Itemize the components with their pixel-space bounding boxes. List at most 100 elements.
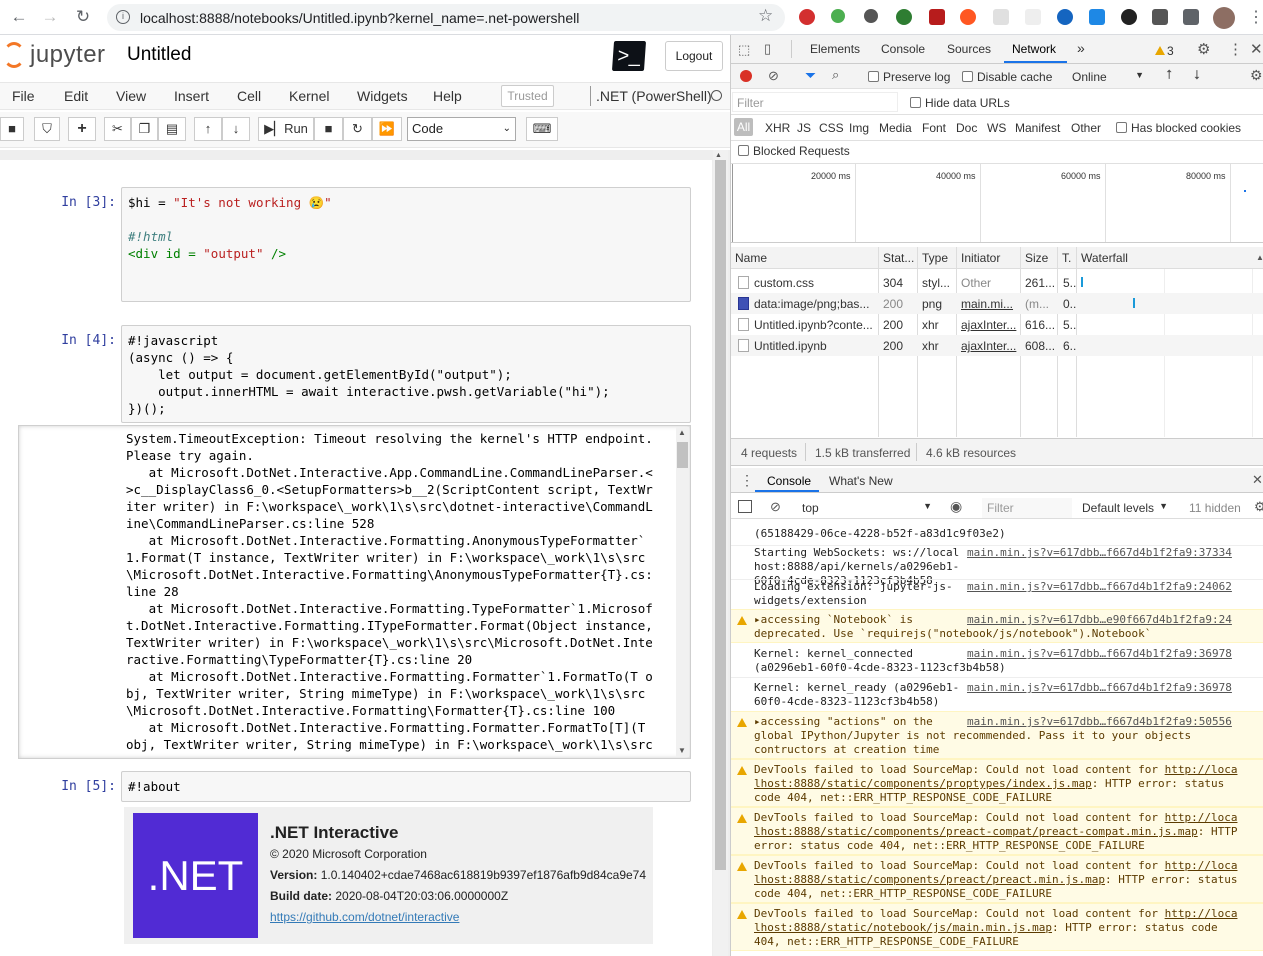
- menu-view[interactable]: View: [116, 88, 146, 104]
- device-toggle-icon[interactable]: ▯: [764, 41, 771, 57]
- console-source-link[interactable]: main.min.js?v=617dbb…f667d4b1f2fa9:37334: [967, 546, 1232, 560]
- filter-type-js[interactable]: JS: [797, 121, 811, 135]
- menu-cell[interactable]: Cell: [237, 88, 261, 104]
- bookmark-star-icon[interactable]: ☆: [758, 6, 773, 26]
- save-icon[interactable]: ■: [0, 117, 24, 141]
- jupyter-logo-text[interactable]: jupyter: [30, 41, 106, 69]
- table-row[interactable]: data:image/png;bas... 200 png main.mi...…: [731, 293, 1263, 314]
- drawer-tab-console[interactable]: Console: [767, 474, 811, 488]
- col-name[interactable]: Name: [735, 251, 767, 265]
- record-icon[interactable]: [740, 70, 752, 82]
- tab-console[interactable]: Console: [881, 42, 925, 56]
- extension-icon[interactable]: [1089, 9, 1105, 25]
- filter-type-ws[interactable]: WS: [987, 121, 1006, 135]
- trusted-indicator[interactable]: Trusted: [501, 85, 554, 107]
- more-tabs-icon[interactable]: »: [1077, 40, 1085, 56]
- tab-sources[interactable]: Sources: [947, 42, 991, 56]
- move-up-icon[interactable]: ↑: [194, 117, 222, 141]
- table-row[interactable]: custom.css 304 styl... Other 261... 5..: [731, 272, 1263, 293]
- console-source-link[interactable]: main.min.js?v=617dbb…f667d4b1f2fa9:36978: [967, 647, 1232, 661]
- site-info-icon[interactable]: i: [116, 10, 130, 24]
- keyboard-icon[interactable]: ⌨: [526, 117, 558, 141]
- code-cell-input[interactable]: [121, 771, 691, 802]
- interrupt-icon[interactable]: ■: [314, 117, 343, 141]
- extension-icon[interactable]: [831, 9, 845, 23]
- throttling-select[interactable]: Online ▼: [1072, 70, 1144, 84]
- filter-type-css[interactable]: CSS: [819, 121, 844, 135]
- extension-icon[interactable]: [960, 9, 976, 25]
- export-har-icon[interactable]: ⭣: [1194, 67, 1200, 83]
- blocked-requests-checkbox[interactable]: Blocked Requests: [738, 144, 850, 158]
- blocked-cookies-checkbox[interactable]: Has blocked cookies: [1116, 121, 1241, 135]
- filter-type-all[interactable]: All: [734, 118, 753, 136]
- network-filter-input[interactable]: Filter: [732, 92, 898, 112]
- col-initiator[interactable]: Initiator: [961, 251, 1000, 265]
- col-size[interactable]: Size: [1025, 251, 1048, 265]
- col-waterfall[interactable]: Waterfall: [1081, 251, 1128, 265]
- table-row[interactable]: Untitled.ipynb 200 xhr ajaxInter... 608.…: [731, 335, 1263, 356]
- console-source-link[interactable]: main.min.js?v=617dbb…f667d4b1f2fa9:24062: [967, 580, 1232, 594]
- drawer-tab-whats-new[interactable]: What's New: [829, 474, 893, 488]
- scroll-up-icon[interactable]: ▲: [678, 428, 686, 437]
- hide-data-urls-checkbox[interactable]: Hide data URLs: [910, 96, 1010, 110]
- extension-icon[interactable]: [864, 9, 878, 23]
- forward-icon[interactable]: →: [39, 7, 61, 29]
- close-drawer-icon[interactable]: ✕: [1252, 472, 1263, 488]
- extensions-puzzle-icon[interactable]: [1183, 9, 1199, 25]
- filter-type-img[interactable]: Img: [849, 121, 869, 135]
- restart-run-all-icon[interactable]: ⏩: [372, 117, 402, 141]
- devtools-menu-icon[interactable]: ⋮: [1228, 40, 1243, 58]
- extension-icon[interactable]: [929, 9, 945, 25]
- context-select[interactable]: top ▼: [802, 501, 932, 515]
- shield-icon[interactable]: ⛉: [34, 117, 60, 141]
- table-row[interactable]: Untitled.ipynb?conte... 200 xhr ajaxInte…: [731, 314, 1263, 335]
- console-source-link[interactable]: main.min.js?v=617dbb…e90f667d4b1f2fa9:24: [967, 613, 1232, 627]
- menu-insert[interactable]: Insert: [174, 88, 209, 104]
- sidebar-toggle-icon[interactable]: [738, 500, 752, 513]
- search-icon[interactable]: ⌕: [832, 67, 839, 83]
- tab-elements[interactable]: Elements: [810, 42, 860, 56]
- back-icon[interactable]: ←: [8, 7, 30, 29]
- tab-network[interactable]: Network: [1012, 42, 1056, 56]
- extension-icon[interactable]: [993, 9, 1009, 25]
- extension-icon[interactable]: [896, 9, 912, 25]
- cut-icon[interactable]: ✂: [104, 117, 131, 141]
- kernel-name[interactable]: .NET (PowerShell): [596, 88, 712, 104]
- scroll-down-icon[interactable]: ▼: [678, 746, 686, 755]
- preserve-log-checkbox[interactable]: Preserve log: [868, 70, 950, 84]
- extension-icon[interactable]: [799, 9, 815, 25]
- close-icon[interactable]: ✕: [1250, 40, 1263, 58]
- filter-type-font[interactable]: Font: [922, 121, 946, 135]
- warning-count[interactable]: 3: [1155, 43, 1174, 58]
- clear-console-icon[interactable]: ⊘: [770, 499, 781, 515]
- browser-menu-icon[interactable]: ⋮: [1248, 7, 1263, 27]
- import-har-icon[interactable]: ⭡: [1166, 67, 1172, 83]
- extension-icon[interactable]: [1025, 9, 1041, 25]
- add-cell-icon[interactable]: +: [68, 117, 96, 141]
- menu-kernel[interactable]: Kernel: [289, 88, 329, 104]
- filter-type-manifest[interactable]: Manifest: [1015, 121, 1060, 135]
- filter-type-xhr[interactable]: XHR: [765, 121, 790, 135]
- cell-initiator-link[interactable]: ajaxInter...: [961, 318, 1016, 332]
- drawer-menu-icon[interactable]: ⋮: [740, 472, 754, 489]
- extension-icon[interactable]: [1152, 9, 1168, 25]
- cell-type-select[interactable]: Code ⌄: [407, 117, 516, 141]
- clear-icon[interactable]: ⊘: [768, 68, 779, 84]
- page-scrollbar-thumb[interactable]: [715, 160, 726, 870]
- cell-initiator-link[interactable]: ajaxInter...: [961, 339, 1016, 353]
- reload-icon[interactable]: ↻: [72, 7, 94, 29]
- menu-help[interactable]: Help: [433, 88, 462, 104]
- filter-type-media[interactable]: Media: [879, 121, 912, 135]
- copy-icon[interactable]: ❐: [131, 117, 158, 141]
- console-settings-icon[interactable]: ⚙: [1254, 499, 1263, 515]
- profile-avatar[interactable]: [1213, 7, 1235, 29]
- github-link[interactable]: https://github.com/dotnet/interactive: [270, 910, 459, 924]
- inspect-icon[interactable]: ⬚: [738, 42, 750, 58]
- console-source-link[interactable]: main.min.js?v=617dbb…f667d4b1f2fa9:36978: [967, 681, 1232, 695]
- menu-file[interactable]: File: [12, 88, 35, 104]
- output-scrollbar[interactable]: [676, 427, 689, 757]
- cell-initiator-link[interactable]: main.mi...: [961, 297, 1013, 311]
- log-levels-select[interactable]: Default levels ▼: [1082, 501, 1168, 515]
- disable-cache-checkbox[interactable]: Disable cache: [962, 70, 1052, 84]
- extension-icon[interactable]: [1057, 9, 1073, 25]
